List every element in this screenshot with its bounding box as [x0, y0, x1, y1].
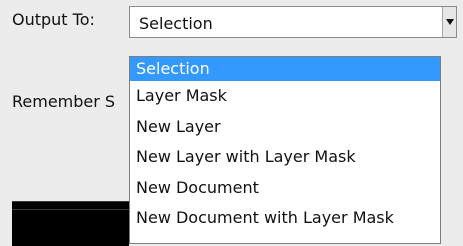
remember-settings-label: Remember S — [12, 93, 116, 111]
chevron-down-icon — [446, 19, 454, 25]
output-to-dropdown-menu: Selection Layer Mask New Layer New Layer… — [129, 56, 441, 244]
menu-item-new-layer[interactable]: New Layer — [130, 112, 440, 143]
menu-item-new-layer-with-layer-mask[interactable]: New Layer with Layer Mask — [130, 142, 440, 173]
menu-item-selection[interactable]: Selection — [130, 57, 440, 81]
menu-item-layer-mask[interactable]: Layer Mask — [130, 81, 440, 112]
output-options-panel: Output To: Selection Remember S Selectio… — [0, 0, 463, 246]
menu-item-new-document[interactable]: New Document — [130, 173, 440, 204]
menu-item-new-document-with-layer-mask[interactable]: New Document with Layer Mask — [130, 203, 440, 234]
output-to-label: Output To: — [12, 10, 95, 29]
select-dropdown-button[interactable] — [442, 7, 456, 37]
select-current-value: Selection — [139, 14, 213, 33]
output-to-select[interactable]: Selection — [129, 6, 457, 38]
obscured-background-content — [12, 201, 129, 246]
